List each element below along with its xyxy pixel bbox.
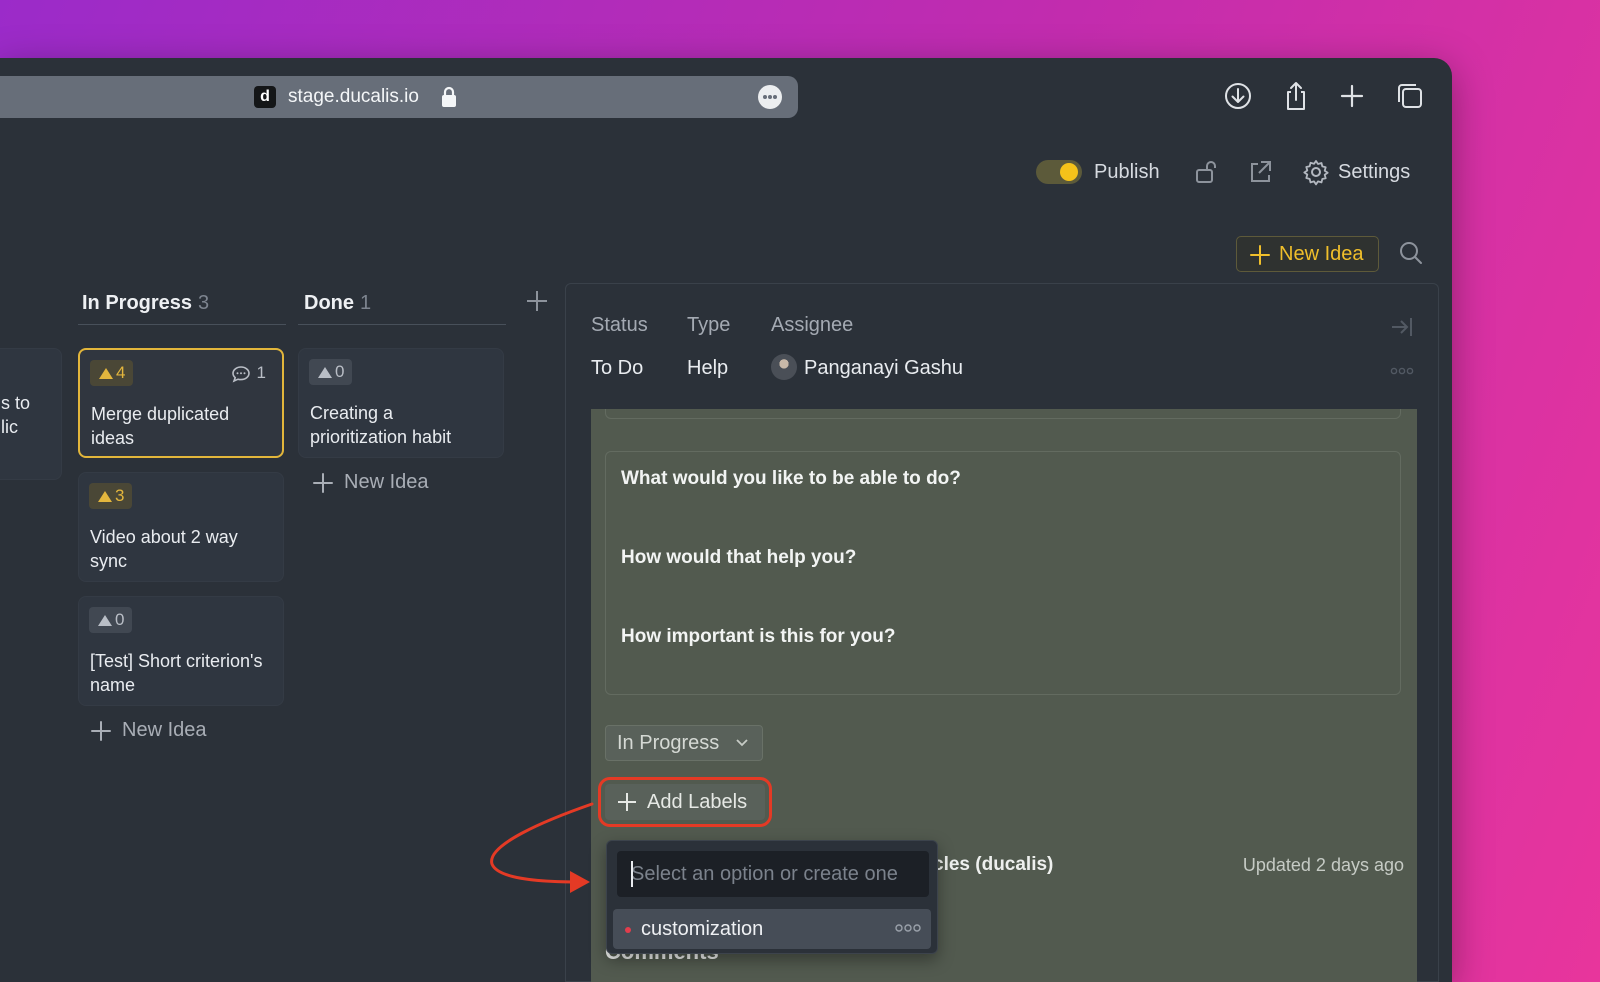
comment-icon xyxy=(231,366,250,383)
page-options-icon[interactable] xyxy=(758,85,782,109)
address-bar[interactable]: d stage.ducalis.io xyxy=(0,76,798,118)
question-2: How would that help you? xyxy=(621,547,857,568)
unlock-icon[interactable] xyxy=(1192,158,1220,186)
add-labels-button[interactable]: Add Labels xyxy=(605,784,765,820)
assignee-value[interactable]: Panganayi Gashu xyxy=(804,357,963,380)
external-link-icon[interactable] xyxy=(1246,158,1274,186)
question-3: How important is this for you? xyxy=(621,626,896,647)
chevron-down-icon xyxy=(736,739,748,747)
vote-badge[interactable]: 3 xyxy=(89,483,133,509)
column-title-done: Done 1 xyxy=(304,292,372,314)
upvote-icon xyxy=(99,368,113,379)
new-idea-button[interactable]: New Idea xyxy=(1236,236,1379,272)
card-title: Creating a prioritization habit xyxy=(310,403,452,447)
card-title: Merge duplicated ideas xyxy=(91,404,230,448)
plus-icon xyxy=(1250,245,1270,265)
status-label: Status xyxy=(591,314,648,336)
assignee-label: Assignee xyxy=(771,314,854,336)
share-icon[interactable] xyxy=(1280,80,1312,112)
gear-icon[interactable] xyxy=(1302,158,1330,186)
partial-card[interactable]: s to lic xyxy=(0,348,62,480)
annotation-arrow xyxy=(490,802,594,893)
avatar xyxy=(771,354,797,380)
question-1: What would you like to be able to do? xyxy=(621,468,961,489)
plus-icon xyxy=(313,473,333,493)
card-title: [Test] Short criterion's name xyxy=(90,651,263,695)
card-title: Video about 2 way sync xyxy=(90,527,238,571)
idea-card[interactable]: 0 [Test] Short criterion's name xyxy=(78,596,284,706)
toggle-knob xyxy=(1060,163,1078,181)
collapse-panel-icon[interactable] xyxy=(1390,316,1414,343)
settings-label[interactable]: Settings xyxy=(1338,161,1410,184)
download-icon[interactable] xyxy=(1222,80,1254,112)
search-icon[interactable] xyxy=(1398,240,1424,271)
column-title-in-progress: In Progress 3 xyxy=(82,292,210,314)
plus-icon xyxy=(618,793,636,811)
more-options-icon[interactable] xyxy=(1390,362,1414,380)
label-search-input[interactable] xyxy=(617,851,929,897)
vote-badge[interactable]: 4 xyxy=(90,360,134,386)
idea-card[interactable]: 3 Video about 2 way sync xyxy=(78,472,284,582)
text-cursor xyxy=(631,861,633,887)
column-new-idea[interactable]: New Idea xyxy=(90,719,207,742)
add-column-icon[interactable] xyxy=(526,290,548,317)
more-options-icon xyxy=(895,924,921,932)
idea-card[interactable]: 4 1 Merge duplicated ideas xyxy=(78,348,284,458)
idea-owner: cles (ducalis) xyxy=(933,854,1054,875)
label-option[interactable]: customization xyxy=(613,909,931,949)
vote-badge[interactable]: 0 xyxy=(89,607,133,633)
labels-dropdown: customization xyxy=(606,840,938,954)
publish-label: Publish xyxy=(1094,161,1160,183)
comment-count: 1 xyxy=(231,363,266,383)
partial-card-text: s to lic xyxy=(1,393,31,437)
upvote-icon xyxy=(98,615,112,626)
stage-select[interactable]: In Progress xyxy=(605,725,763,761)
idea-card[interactable]: 0 Creating a prioritization habit xyxy=(298,348,504,458)
vote-badge[interactable]: 0 xyxy=(309,359,353,385)
publish-toggle[interactable] xyxy=(1036,160,1082,184)
site-favicon: d xyxy=(254,86,276,108)
column-new-idea[interactable]: New Idea xyxy=(312,471,429,494)
status-value[interactable]: To Do xyxy=(591,357,643,380)
upvote-icon xyxy=(318,367,332,378)
plus-icon xyxy=(91,721,111,741)
type-value[interactable]: Help xyxy=(687,357,728,380)
description-field[interactable]: What would you like to be able to do? Ho… xyxy=(605,451,1401,695)
title-field[interactable] xyxy=(605,409,1401,419)
column-divider xyxy=(298,324,506,325)
upvote-icon xyxy=(98,491,112,502)
column-divider xyxy=(78,324,286,325)
new-idea-label: New Idea xyxy=(1279,243,1364,265)
updated-timestamp: Updated 2 days ago xyxy=(1242,855,1404,875)
tabs-overview-icon[interactable] xyxy=(1394,80,1426,112)
label-color-dot xyxy=(625,927,631,933)
new-tab-icon[interactable] xyxy=(1336,80,1368,112)
lock-icon xyxy=(441,86,457,113)
url-text[interactable]: stage.ducalis.io xyxy=(288,86,419,108)
type-label: Type xyxy=(687,314,731,336)
